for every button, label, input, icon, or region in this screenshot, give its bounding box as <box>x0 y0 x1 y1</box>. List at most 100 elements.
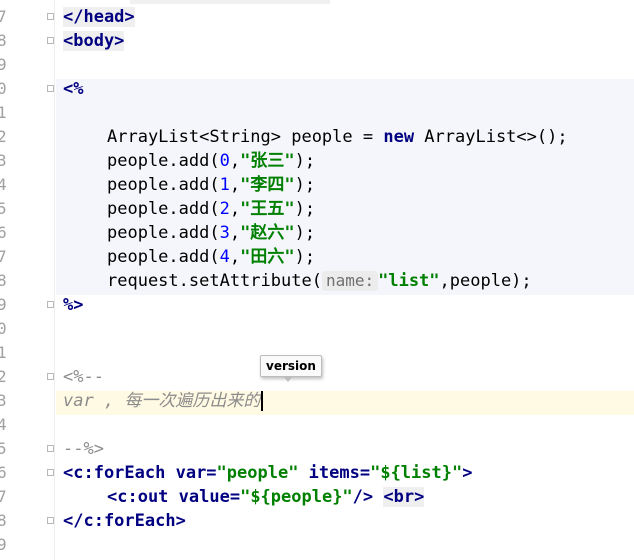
code-text: ); <box>294 199 316 219</box>
keyword-token: new <box>383 127 415 147</box>
code-line[interactable]: 1 <box>0 101 634 125</box>
line-number: 4 <box>0 415 7 434</box>
fold-marker-icon[interactable] <box>47 85 54 92</box>
comment-close-token: --%> <box>63 439 104 459</box>
line-number: 8 <box>0 31 7 50</box>
attribute-name: value= <box>168 487 241 507</box>
code-line[interactable]: 7 people.add(4,"田六"); <box>0 245 634 269</box>
tag-token: </head> <box>63 7 135 27</box>
code-line[interactable]: 4 people.add(1,"李四"); <box>0 173 634 197</box>
line-number: 7 <box>0 247 7 266</box>
string-token: "张三" <box>240 151 295 171</box>
fold-marker-icon[interactable] <box>47 517 54 524</box>
attribute-value: "${list}" <box>370 463 463 483</box>
code-text: , <box>229 151 241 171</box>
code-line[interactable]: 3 var , 每一次遍历出来的 <box>0 389 634 413</box>
fold-marker-icon[interactable] <box>47 469 54 476</box>
line-number: 1 <box>0 343 7 362</box>
code-line[interactable]: 8 request.setAttribute(name: "list",peopl… <box>0 269 634 293</box>
line-number: 3 <box>0 151 7 170</box>
number-token: 1 <box>219 175 230 195</box>
scriptlet-open-token: <% <box>63 79 84 99</box>
attribute-name: var= <box>165 463 217 483</box>
line-number: 4 <box>0 175 7 194</box>
code-text: ArrayList<>(); <box>414 127 568 147</box>
code-text: people.add( <box>107 175 220 195</box>
fold-marker-icon[interactable] <box>47 373 54 380</box>
line-number: 0 <box>0 79 7 98</box>
text-caret <box>261 391 263 411</box>
code-line[interactable]: 0 <% <box>0 77 634 101</box>
code-line[interactable]: 6 people.add(3,"赵六"); <box>0 221 634 245</box>
line-number: 7 <box>0 487 7 506</box>
line-number: 5 <box>0 439 7 458</box>
code-line[interactable]: 6 <c:forEach var="people" items="${list}… <box>0 461 634 485</box>
line-number: 2 <box>0 367 7 386</box>
attribute-name: items= <box>298 463 371 483</box>
comment-open-token: <%-- <box>63 367 104 387</box>
code-line[interactable]: 9 %> <box>0 293 634 317</box>
line-number: 6 <box>0 223 7 242</box>
line-number: 9 <box>0 55 7 74</box>
completion-tooltip[interactable]: version <box>260 355 322 382</box>
code-text: people.add( <box>107 199 220 219</box>
line-number: 0 <box>0 319 7 338</box>
number-token: 0 <box>219 151 230 171</box>
number-token: 4 <box>219 247 230 267</box>
code-text: request.setAttribute( <box>107 271 322 291</box>
line-number: 9 <box>0 535 7 554</box>
code-text: , <box>229 247 241 267</box>
tag-token: <c:forEach <box>63 463 166 483</box>
line-number: 3 <box>0 391 7 410</box>
code-text: ); <box>294 247 316 267</box>
code-line[interactable]: 5 people.add(2,"王五"); <box>0 197 634 221</box>
code-text: , <box>229 223 241 243</box>
code-text: people.add( <box>107 247 220 267</box>
tag-token: </c:forEach> <box>63 511 186 531</box>
line-number: 9 <box>0 295 7 314</box>
code-line[interactable]: 0 <box>0 317 634 341</box>
comment-text: var , 每一次遍历出来的 <box>63 391 261 411</box>
code-line[interactable]: 3 people.add(0,"张三"); <box>0 149 634 173</box>
line-number: 8 <box>0 511 7 530</box>
code-line[interactable]: 8 <body> <box>0 29 634 53</box>
code-line[interactable]: 9 <box>0 53 634 77</box>
code-line[interactable]: 8 </c:forEach> <box>0 509 634 533</box>
code-text: ,people); <box>439 271 532 291</box>
code-text: people.add( <box>107 151 220 171</box>
code-line[interactable]: 4 <box>0 413 634 437</box>
fold-marker-icon[interactable] <box>47 445 54 452</box>
code-text: , <box>229 199 241 219</box>
string-token: "list" <box>378 271 440 291</box>
code-text: ArrayList<String> people = <box>107 127 384 147</box>
code-text: people.add( <box>107 223 220 243</box>
tag-token: /> <box>352 487 374 507</box>
fold-marker-icon[interactable] <box>47 301 54 308</box>
tag-token: <body> <box>63 31 125 51</box>
number-token: 2 <box>219 199 230 219</box>
scriptlet-close-token: %> <box>63 295 84 315</box>
code-line[interactable]: 7 </head> <box>0 5 634 29</box>
line-number: 1 <box>0 103 7 122</box>
fold-marker-icon[interactable] <box>47 13 54 20</box>
string-token: "赵六" <box>240 223 295 243</box>
code-line[interactable]: 9 <box>0 533 634 557</box>
line-number: 2 <box>0 127 7 146</box>
attribute-value: "${people}" <box>240 487 353 507</box>
number-token: 3 <box>219 223 230 243</box>
line-number: 6 <box>0 463 7 482</box>
fold-marker-icon[interactable] <box>47 37 54 44</box>
tag-token: > <box>462 463 473 483</box>
tag-token: <c:out <box>107 487 169 507</box>
code-line[interactable]: 2 ArrayList<String> people = new ArrayLi… <box>0 125 634 149</box>
code-line[interactable]: 5 --%> <box>0 437 634 461</box>
code-text: ); <box>294 223 316 243</box>
br-tag-token: <br> <box>383 487 425 507</box>
scrolled-off-line <box>130 0 330 4</box>
parameter-hint: name: <box>321 271 379 291</box>
line-number: 7 <box>0 7 7 26</box>
line-number: 8 <box>0 271 7 290</box>
line-number: 5 <box>0 199 7 218</box>
code-line[interactable]: 7 <c:out value="${people}"/> <br> <box>0 485 634 509</box>
code-text: ); <box>294 175 316 195</box>
